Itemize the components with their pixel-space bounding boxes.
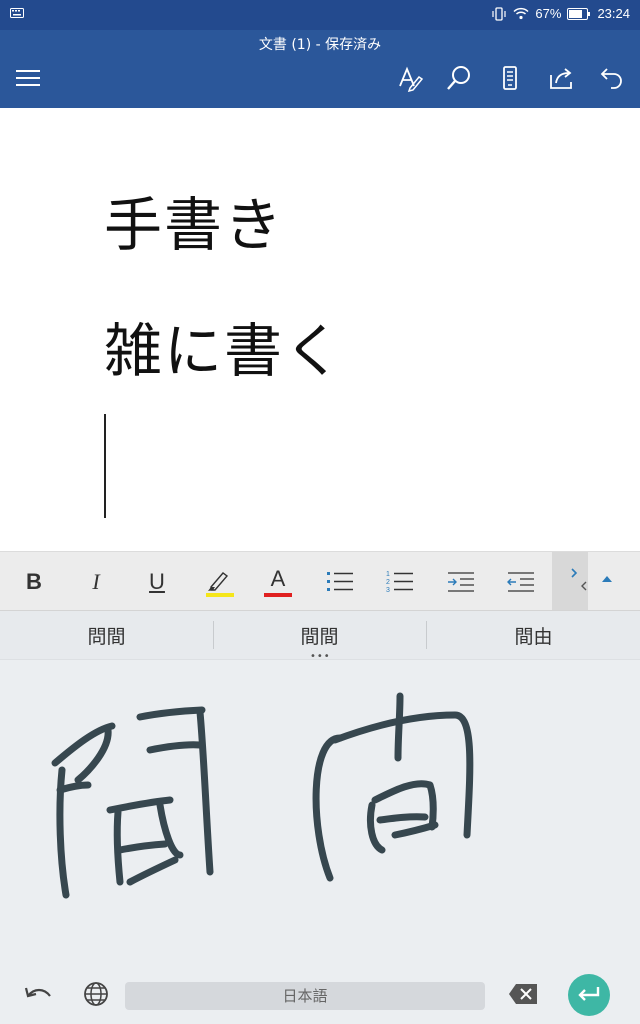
enter-button[interactable]	[568, 974, 610, 1016]
chevron-right-icon	[571, 568, 587, 591]
enter-icon	[578, 987, 600, 1001]
status-bar: 67% 23:24	[0, 0, 640, 30]
bullet-list-icon	[327, 572, 353, 591]
search-icon[interactable]	[445, 64, 473, 92]
keyboard-bottom-row: 日本語	[0, 964, 640, 1024]
decrease-indent-icon	[507, 572, 534, 592]
candidate-1[interactable]: 問間	[0, 611, 213, 659]
vibrate-icon	[492, 6, 507, 21]
document-canvas[interactable]: 手書き 雑に書く	[0, 108, 640, 551]
svg-text:2: 2	[386, 579, 390, 586]
format-ribbon: B I U A 1 2 3	[0, 551, 640, 611]
undo-icon[interactable]	[598, 64, 626, 92]
handwriting-strokes	[51, 692, 474, 899]
document-title: 文書 (1) - 保存済み	[258, 37, 382, 53]
svg-text:1: 1	[386, 571, 390, 578]
menu-icon[interactable]	[14, 66, 42, 90]
italic-button[interactable]: I	[76, 562, 116, 602]
text-cursor	[104, 414, 106, 518]
font-color-bar	[264, 593, 292, 597]
battery-icon	[567, 7, 591, 20]
pen-icon[interactable]	[396, 64, 424, 92]
mobile-view-icon[interactable]	[496, 64, 524, 92]
app-bar: 文書 (1) - 保存済み	[0, 30, 640, 108]
keyboard-undo-icon[interactable]	[24, 982, 54, 1008]
highlighter-icon	[206, 572, 234, 597]
numbered-list-icon: 1 2 3	[386, 571, 413, 594]
keyboard-icon	[10, 8, 24, 18]
share-icon[interactable]	[547, 64, 575, 92]
underline-button[interactable]: U	[137, 562, 177, 602]
decrease-indent-button[interactable]	[501, 562, 541, 602]
bullet-list-button[interactable]	[320, 562, 360, 602]
space-key[interactable]: 日本語	[125, 982, 485, 1010]
increase-indent-button[interactable]	[441, 562, 481, 602]
ribbon-more-button[interactable]	[552, 552, 588, 610]
font-color-button[interactable]: A	[258, 562, 298, 602]
document-line-1: 手書き	[104, 191, 285, 259]
svg-text:3: 3	[386, 587, 390, 594]
candidate-3[interactable]: 間由	[427, 611, 640, 659]
clock: 23:24	[597, 6, 630, 21]
handwriting-pad[interactable]	[0, 659, 640, 964]
backspace-icon[interactable]	[507, 982, 539, 1006]
increase-indent-icon	[448, 572, 474, 592]
document-line-2: 雑に書く	[104, 317, 345, 385]
globe-icon[interactable]	[82, 980, 110, 1008]
bold-button[interactable]: B	[14, 562, 54, 602]
highlight-button[interactable]	[198, 562, 238, 602]
wifi-icon	[513, 7, 529, 20]
candidate-bar: 問間 間間 間由 •••	[0, 611, 640, 662]
numbered-list-button[interactable]: 1 2 3	[380, 562, 420, 602]
collapse-ribbon-icon[interactable]	[600, 572, 614, 586]
battery-percent: 67%	[535, 6, 562, 21]
